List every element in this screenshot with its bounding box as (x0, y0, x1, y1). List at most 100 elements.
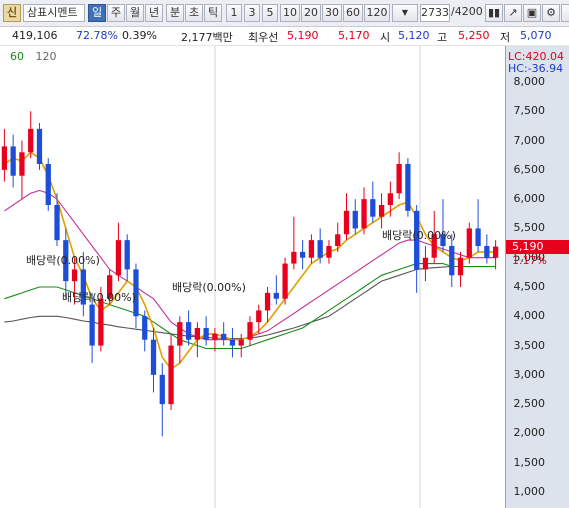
candle (229, 328, 236, 358)
period-week-button[interactable]: 주 (107, 4, 125, 22)
trade-amount: 2,177백만 (181, 31, 233, 44)
candle (440, 199, 446, 252)
candle-body (457, 257, 464, 276)
candle-body (71, 269, 78, 282)
change-percent: 1.17% (512, 253, 547, 267)
candle-settings-icon[interactable]: ▮▮ (485, 4, 503, 22)
candle-body (203, 328, 209, 340)
candle (422, 246, 429, 282)
candle-body (466, 228, 472, 258)
count-input[interactable]: 2733 (420, 4, 450, 22)
y-tick-label: 7,500 (513, 104, 546, 118)
minute-20-button[interactable]: 20 (301, 4, 321, 22)
candle-body (378, 205, 385, 217)
period-month-button[interactable]: 월 (126, 4, 144, 22)
candle (238, 333, 244, 358)
candle (484, 234, 490, 264)
ma60-legend: 60 (10, 50, 24, 63)
app-logo: 신 (3, 4, 21, 22)
candle (142, 310, 148, 352)
overflow-button[interactable] (561, 4, 569, 22)
ma-legend: 60 120 (0, 50, 57, 63)
candle (36, 123, 43, 170)
dividend-annotation-1: 배당락(0.00%) (26, 254, 100, 267)
period-second-button[interactable]: 초 (185, 4, 203, 22)
minute-5-button[interactable]: 5 (262, 4, 278, 22)
candle (264, 287, 271, 323)
period-tick-button[interactable]: 틱 (204, 4, 222, 22)
minute-60-button[interactable]: 60 (343, 4, 363, 22)
candle (343, 193, 350, 241)
candle-body (282, 263, 288, 299)
y-tick-label: 4,500 (513, 280, 546, 293)
candle-body (28, 128, 34, 153)
candle-body (150, 339, 157, 375)
candle-body (238, 339, 244, 346)
ma120-legend: 120 (35, 50, 57, 63)
candle (492, 240, 499, 270)
candle (10, 134, 16, 188)
minute-30-button[interactable]: 30 (322, 4, 342, 22)
candle-body (300, 251, 306, 258)
y-tick-label: 2,500 (513, 397, 546, 411)
minute-120-button[interactable]: 120 (364, 4, 390, 22)
high-price: 5,250 (458, 29, 490, 42)
period-minute-button[interactable]: 분 (166, 4, 184, 22)
count-total-label: /4200 (451, 5, 483, 18)
turnover-percent: 0.39% (122, 29, 157, 42)
candle-body (229, 339, 236, 346)
candle-body (185, 322, 192, 340)
candle-body (19, 152, 25, 176)
minute-10-button[interactable]: 10 (280, 4, 300, 22)
candle-body (484, 246, 490, 258)
period-year-button[interactable]: 년 (145, 4, 163, 22)
candle-body (449, 246, 455, 276)
candle-body (352, 210, 358, 229)
candle-body (326, 246, 332, 258)
volume-value: 419,106 (12, 29, 58, 42)
high-label: 고 (437, 31, 448, 44)
volume-percent: 72.78% (76, 29, 118, 42)
candle (115, 222, 122, 282)
candle-body (264, 292, 271, 311)
candle-body (1, 146, 8, 170)
candle (378, 193, 385, 229)
open-label: 시 (380, 31, 391, 44)
candle (19, 140, 25, 200)
candle (124, 234, 130, 282)
candle-body (194, 328, 200, 340)
candle (361, 187, 367, 235)
candle-body (361, 199, 367, 229)
candle-body (492, 246, 499, 258)
gear-icon[interactable]: ⚙ (542, 4, 560, 22)
candle-body (291, 251, 297, 264)
candlestick-chart[interactable] (0, 46, 569, 508)
y-tick-label: 1,000 (513, 485, 546, 498)
priority-label: 최우선 (248, 31, 279, 44)
ask-price: 5,190 (287, 29, 319, 42)
candle-body (36, 128, 43, 164)
minute-3-button[interactable]: 3 (244, 4, 260, 22)
candle (405, 158, 411, 217)
candle-body (98, 298, 104, 346)
dividend-annotation-4: 배당락(0.00%) (382, 229, 456, 242)
candle (177, 316, 183, 364)
quote-info-bar: 419,106 72.78% 0.39% 2,177백만 최우선 5,190 5… (0, 27, 569, 46)
stock-name-field[interactable]: 삼표시멘트 (23, 4, 85, 22)
minute-1-button[interactable]: 1 (226, 4, 242, 22)
hc-label: HC:-36.94 (508, 62, 564, 75)
period-day-button[interactable]: 일 (88, 4, 106, 22)
y-tick-label: 6,500 (513, 162, 546, 176)
candle (212, 328, 218, 352)
minute-dropdown-button[interactable]: ▼ (392, 4, 418, 22)
bid-price: 5,170 (338, 29, 370, 42)
candle (466, 222, 472, 264)
candle (273, 275, 279, 305)
candle (194, 322, 200, 358)
y-tick-label: 7,000 (513, 133, 546, 147)
low-price: 5,070 (520, 29, 552, 42)
trendline-icon[interactable]: ↗ (504, 4, 522, 22)
dividend-annotation-2: 배당락(0.00%) (62, 291, 136, 304)
candle (150, 328, 157, 393)
save-icon[interactable]: ▣ (523, 4, 541, 22)
